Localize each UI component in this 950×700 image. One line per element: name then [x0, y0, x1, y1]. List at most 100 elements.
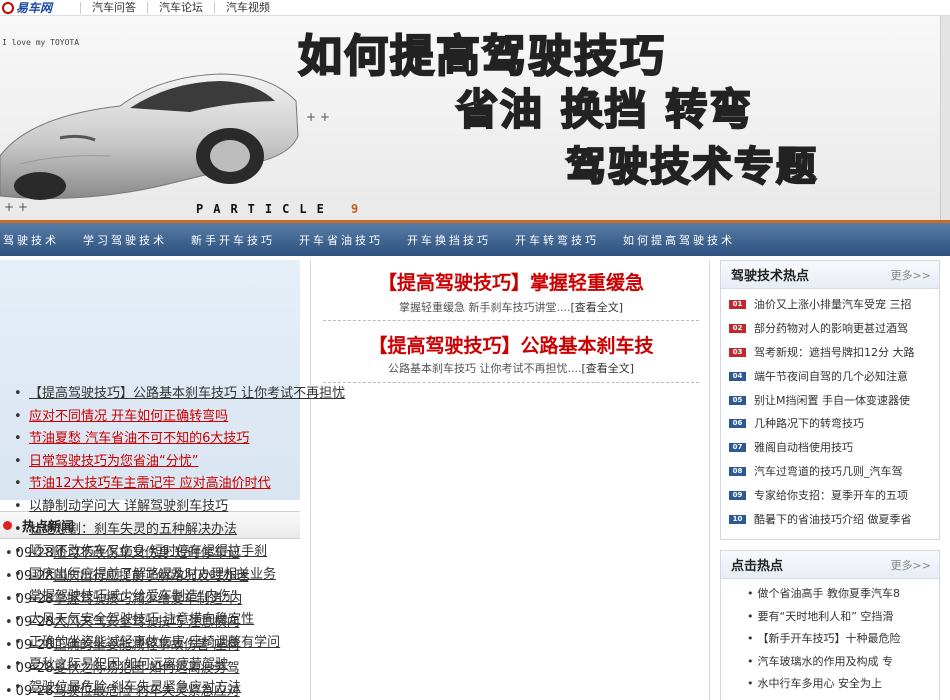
nav-link-driving-tech[interactable]: 驾驶技术: [0, 232, 71, 248]
headline-2-title[interactable]: 【提高驾驶技巧】公路基本刹车技: [311, 331, 711, 358]
rank-badge: 01: [729, 300, 746, 310]
article-link[interactable]: 大风天气安全驾驶技巧 注意横向稳定性: [29, 612, 254, 627]
click-hot-link[interactable]: 做个省油高手 教你夏季汽车8: [758, 587, 901, 600]
tech-hot-header: 驾驶技术热点 更多>>: [721, 261, 939, 289]
click-hot-link[interactable]: 【新手开车技巧】十种最危险: [758, 632, 901, 645]
list-item: • 【新手开车技巧】十种最危险: [747, 632, 901, 645]
article-link[interactable]: 【提高驾驶技巧】公路基本刹车技巧 让你考试不再担忧: [29, 386, 345, 401]
banner-plus-mark: + +: [306, 110, 330, 124]
tech-hot-link[interactable]: 油价又上涨小排量汽车受宠 三招: [754, 293, 912, 316]
list-item: 01 油价又上涨小排量汽车受宠 三招: [721, 293, 939, 317]
tech-hot-link[interactable]: 部分药物对人的影响更甚过酒驾: [754, 317, 908, 340]
tech-hot-link[interactable]: 驾考新规：遮挡号牌扣12分 大路: [754, 341, 915, 364]
top-nav: 汽车问答 汽车论坛 汽车视频: [80, 0, 281, 16]
list-item: •正确防追尾有妙招 新手都来: [721, 696, 939, 700]
topnav-link-qa[interactable]: 汽车问答: [80, 1, 147, 14]
tech-hot-link[interactable]: 雅阁自动档使用技巧: [754, 436, 853, 459]
article-link[interactable]: 日常驾驶技巧为您省油“分忧”: [29, 454, 198, 469]
article-link[interactable]: 以静制动学问大 详解驾驶刹车技巧: [29, 499, 228, 514]
nav-link-gear-shift[interactable]: 开车换挡技巧: [395, 232, 503, 248]
tech-hot-link[interactable]: 别让M挡闲置 手自一体变速器使: [754, 389, 910, 412]
list-item: • 大风天气安全驾驶技巧 注意横向稳定性: [14, 611, 255, 627]
article-link[interactable]: 应对不同情况 开车如何正确转弯吗: [29, 409, 228, 424]
divider: [323, 320, 699, 321]
article-link[interactable]: 节油夏愁 汽车省油不可不知的6大技巧: [29, 431, 249, 446]
rank-badge: 02: [729, 324, 746, 334]
list-item: • 陋习不改伤车又伤身 短时停车记得拉手刹: [14, 544, 268, 560]
list-item: • 要有“天时地利人和” 空挡滑: [747, 609, 894, 623]
more-link[interactable]: 更多>>: [891, 267, 931, 283]
list-item: 03 驾考新规：遮挡号牌扣12分 大路: [721, 341, 939, 365]
rank-badge: 10: [729, 514, 746, 524]
banner-title-line3: 驾驶技术专题: [565, 143, 818, 191]
list-item: 02 部分药物对人的影响更甚过酒驾: [721, 317, 939, 341]
tech-hot-link[interactable]: 端午节夜间自驾的几个必知注意: [754, 365, 908, 388]
tech-hot-box: 驾驶技术热点 更多>> 01 油价又上涨小排量汽车受宠 三招 02 部分药物对人的影响…: [720, 260, 940, 540]
nav-link-learn-driving[interactable]: 学习驾驶技术: [71, 232, 179, 248]
more-link[interactable]: 更多>>: [891, 557, 931, 573]
red-dot-icon: [3, 520, 12, 530]
click-hot-link[interactable]: 汽车玻璃水的作用及构成 专: [758, 655, 894, 668]
list-item: • 驾驶位最危险 刹车失灵紧急应对方法: [14, 679, 242, 695]
list-item: 10 酷暑下的省油技巧介绍 做夏季省: [721, 507, 939, 531]
click-hot-link[interactable]: 要有“天时地利人和” 空挡滑: [758, 610, 894, 623]
rank-badge: 06: [729, 419, 746, 429]
list-item: 04 端午节夜间自驾的几个必知注意: [721, 364, 939, 388]
topnav-link-video[interactable]: 汽车视频: [214, 1, 281, 14]
article-link[interactable]: 国庆出行应提前了解路况及时办理相关业务: [29, 567, 276, 582]
list-item: • 杜绝悲剧：刹车失灵的五种解决办法: [14, 521, 238, 537]
list-item: • 【提高驾驶技巧】公路基本刹车技巧 让你考试不再担忧: [14, 386, 346, 401]
list-item: • 正确的坐姿能减轻事故伤害 座椅调整有学问: [14, 634, 281, 650]
click-hot-title: 点击热点: [731, 559, 784, 574]
tech-hot-link[interactable]: 酷暑下的省油技巧介绍 做夏季省: [754, 508, 912, 531]
article-link[interactable]: 夏秋之际易犯困 如何远离疲劳驾驶: [29, 657, 228, 672]
list-item: • 汽车玻璃水的作用及构成 专: [747, 654, 894, 668]
topnav-link-forum[interactable]: 汽车论坛: [147, 1, 214, 14]
rank-badge: 03: [729, 347, 746, 357]
list-item: 05 别让M挡闲置 手自一体变速器使: [721, 388, 939, 412]
tech-hot-link[interactable]: 几种路况下的转弯技巧: [754, 412, 864, 435]
particle-word: PARTICLE: [196, 202, 334, 216]
nav-link-fuel-saving[interactable]: 开车省油技巧: [287, 232, 395, 248]
list-item: 06 几种路况下的转弯技巧: [721, 412, 939, 436]
read-more-link[interactable]: [查看全文]: [581, 362, 634, 375]
banner-title-line1: 如何提高驾驶技巧: [297, 30, 666, 83]
tech-hot-link[interactable]: 汽车过弯道的技巧几则_汽车驾: [754, 460, 903, 483]
list-item: • 掌握驾驶技巧减少给爱车制造“内伤”: [14, 589, 238, 605]
banner-plus-mark-2: + +: [4, 200, 28, 214]
logo-text: 易车网: [16, 1, 53, 15]
headline-1-summary: 掌握轻重缓急 新手刹车技巧讲堂....[查看全文]: [398, 301, 624, 314]
nav-link-cornering[interactable]: 开车转弯技巧: [503, 232, 611, 248]
main-nav: 驾驶技术 学习驾驶技术 新手开车技巧 开车省油技巧 开车换挡技巧 开车转弯技巧 …: [0, 220, 950, 256]
headline-1-title[interactable]: 【提高驾驶技巧】掌握轻重缓急: [311, 268, 711, 295]
list-item: • 做个省油高手 教你夏季汽车8: [747, 587, 901, 600]
article-link[interactable]: 正确的坐姿能减轻事故伤害 座椅调整有学问: [29, 635, 280, 650]
particle-number: 9: [351, 202, 369, 216]
site-logo[interactable]: 易车网: [0, 0, 80, 16]
click-hot-box: 点击热点 更多>> • 做个省油高手 教你夏季汽车8 • 要有“天时地利人和” 空挡滑…: [720, 550, 940, 700]
car-illustration: [0, 73, 299, 200]
nav-link-newbie-tips[interactable]: 新手开车技巧: [179, 232, 287, 248]
article-link[interactable]: 驾驶位最危险 刹车失灵紧急应对方法: [29, 680, 241, 695]
read-more-link[interactable]: [查看全文]: [570, 301, 623, 314]
article-link[interactable]: 节油12大技巧车主需记牢 应对高油价时代: [29, 476, 271, 491]
click-hot-link[interactable]: 水中行车多用心 安全为上: [758, 677, 883, 690]
tech-hot-title: 驾驶技术热点: [731, 269, 810, 284]
list-item: • 水中行车多用心 安全为上: [747, 677, 883, 690]
nav-link-improve-skill[interactable]: 如何提高驾驶技术: [611, 232, 747, 248]
list-item: • 日常驾驶技巧为您省油“分忧”: [14, 453, 199, 469]
list-item: • 以静制动学问大 详解驾驶刹车技巧: [14, 498, 229, 514]
tech-hot-list: 01 油价又上涨小排量汽车受宠 三招 02 部分药物对人的影响更甚过酒驾 03 驾考新规：…: [721, 289, 939, 531]
article-link[interactable]: 掌握驾驶技巧减少给爱车制造“内伤”: [29, 589, 237, 604]
article-link[interactable]: 陋习不改伤车又伤身 短时停车记得拉手刹: [29, 544, 267, 559]
banner-scrollbar[interactable]: [940, 16, 950, 220]
article-list: • 【提高驾驶技巧】公路基本刹车技巧 让你考试不再担忧 • 应对不同情况 开车如何正确…: [14, 383, 394, 699]
rank-badge: 05: [729, 395, 746, 405]
list-item: • 节油夏愁 汽车省油不可不知的6大技巧: [14, 431, 250, 447]
rank-badge: 09: [729, 490, 746, 500]
banner-title-line2: 省油 换挡 转弯: [455, 84, 754, 135]
article-link[interactable]: 杜绝悲剧：刹车失灵的五种解决办法: [29, 522, 237, 537]
banner-particle-text: PARTICLE 9: [196, 202, 368, 216]
tech-hot-link[interactable]: 专家给你支招：夏季开车的五项: [754, 484, 908, 507]
headline-2-summary: 公路基本刹车技巧 让你考试不再担忧....[查看全文]: [387, 362, 635, 375]
